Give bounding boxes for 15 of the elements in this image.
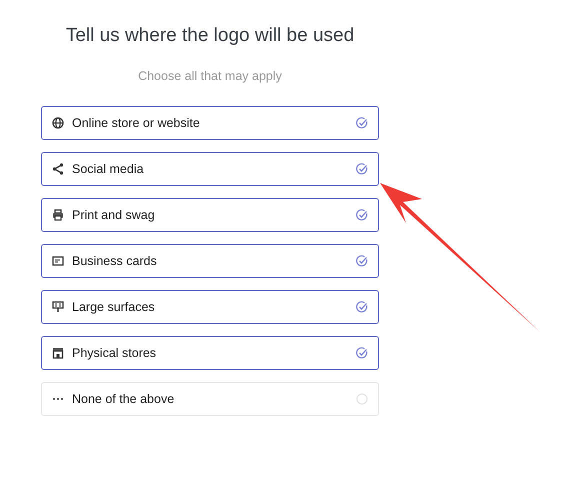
option-card[interactable]: Print and swag <box>41 198 379 232</box>
option-card[interactable]: Physical stores <box>41 336 379 370</box>
option-card[interactable]: Social media <box>41 152 379 186</box>
globe-icon <box>52 117 64 129</box>
heading: Tell us where the logo will be used <box>64 25 356 47</box>
printer-icon <box>52 209 64 221</box>
card-icon <box>52 255 64 267</box>
subheading: Choose all that may apply <box>137 69 283 83</box>
option-card[interactable]: Large surfaces <box>41 290 379 324</box>
share-icon <box>52 163 64 175</box>
option-card[interactable]: None of the above <box>41 382 379 416</box>
billboard-icon <box>52 301 64 313</box>
option-card[interactable]: Online store or website <box>41 106 379 140</box>
store-icon <box>52 347 64 359</box>
option-card[interactable]: Business cards <box>41 244 379 278</box>
